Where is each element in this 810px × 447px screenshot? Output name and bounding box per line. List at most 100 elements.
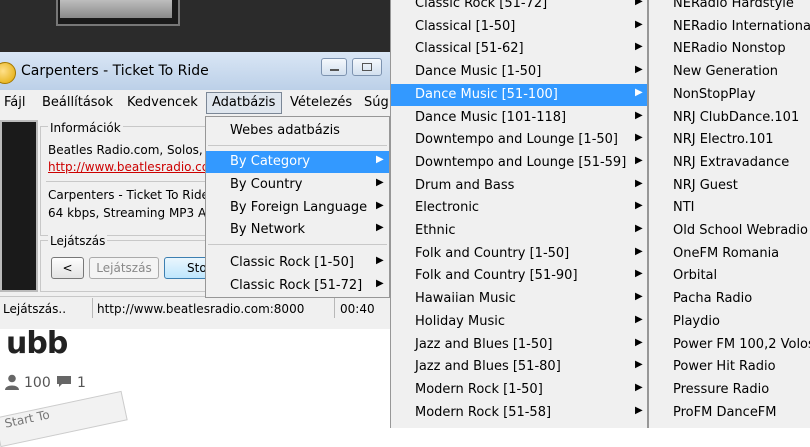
category-item-label: Holiday Music xyxy=(415,313,505,329)
comment-icon[interactable] xyxy=(56,375,72,388)
station-item-power-fm-100-2-volos[interactable]: Power FM 100,2 Volos xyxy=(649,334,810,356)
menu-item-classic-rock-51-72[interactable]: Classic Rock [51-72] ▶ xyxy=(206,275,389,297)
stop-button[interactable]: Sto xyxy=(164,257,210,279)
category-item-label: Classic Rock [51-72] xyxy=(415,0,548,11)
category-item-holiday-music[interactable]: Holiday Music ▶ xyxy=(391,311,647,333)
menu-item-by-foreign-language[interactable]: By Foreign Language ▶ xyxy=(206,197,389,219)
station-item-profm-dancefm[interactable]: ProFM DanceFM xyxy=(649,402,810,424)
category-item-label: Downtempo and Lounge [1-50] xyxy=(415,132,618,148)
category-item-dance-music-51-100[interactable]: Dance Music [51-100] ▶ xyxy=(391,83,647,106)
station-item-nrj-guest[interactable]: NRJ Guest xyxy=(649,175,810,197)
maximize-button[interactable] xyxy=(352,58,382,76)
station-item-playdio[interactable]: Playdio xyxy=(649,311,810,333)
play-button[interactable]: Lejátszás xyxy=(89,257,159,279)
view-count: 100 xyxy=(24,375,51,391)
station-item-label: NRJ Extravadance xyxy=(673,154,790,170)
submenu-arrow-icon: ▶ xyxy=(376,222,384,233)
submenu-arrow-icon: ▶ xyxy=(376,278,384,289)
menu-item-webes-adatb-zis[interactable]: Webes adatbázis xyxy=(206,120,389,142)
user-icon xyxy=(5,374,19,390)
submenu-arrow-icon: ▶ xyxy=(635,313,643,325)
menu-separator xyxy=(208,145,387,146)
station-url-link[interactable]: http://www.beatlesradio.co xyxy=(48,160,209,174)
submenu-arrow-icon: ▶ xyxy=(635,336,643,348)
category-item-modern-rock-51-58[interactable]: Modern Rock [51-58] ▶ xyxy=(391,402,647,424)
visualization-panel xyxy=(0,120,38,292)
submenu-arrow-icon: ▶ xyxy=(635,404,643,416)
menu-item-by-country[interactable]: By Country ▶ xyxy=(206,174,389,196)
station-item-label: NTI xyxy=(673,200,695,216)
submenu-arrow-icon: ▶ xyxy=(376,255,384,266)
category-item-modern-rock-1-50[interactable]: Modern Rock [1-50] ▶ xyxy=(391,379,647,401)
station-item-label: NERadio Hardstyle xyxy=(673,0,794,11)
category-item-label: Dance Music [1-50] xyxy=(415,64,542,80)
status-state: Lejátszás.. xyxy=(3,302,67,316)
station-item-new-generation[interactable]: New Generation xyxy=(649,61,810,83)
info-group-label: Információk xyxy=(48,121,123,135)
category-item-folk-and-country-51-90[interactable]: Folk and Country [51-90] ▶ xyxy=(391,265,647,287)
station-item-label: Power Hit Radio xyxy=(673,359,776,375)
station-item-label: Orbital xyxy=(673,268,718,284)
menu-item-label: Classic Rock [1-50] xyxy=(230,255,354,270)
menu-fajl[interactable]: Fájl xyxy=(4,95,25,110)
category-item-folk-and-country-1-50[interactable]: Folk and Country [1-50] ▶ xyxy=(391,243,647,265)
category-item-drum-and-bass[interactable]: Drum and Bass ▶ xyxy=(391,175,647,197)
menu-vetelezes[interactable]: Vételezés xyxy=(290,95,352,110)
category-item-electronic[interactable]: Electronic ▶ xyxy=(391,197,647,219)
menu-adatbazis[interactable]: Adatbázis xyxy=(212,95,275,110)
category-item-downtempo-and-lounge-51-59[interactable]: Downtempo and Lounge [51-59] ▶ xyxy=(391,152,647,174)
menu-item-label: By Foreign Language xyxy=(230,200,368,215)
category-item-classical-1-50[interactable]: Classical [1-50] ▶ xyxy=(391,16,647,38)
category-item-classic-rock-51-72[interactable]: Classic Rock [51-72] ▶ xyxy=(391,0,647,15)
station-item-pacha-radio[interactable]: Pacha Radio xyxy=(649,288,810,310)
category-item-label: Electronic xyxy=(415,200,480,216)
menu-item-by-category[interactable]: By Category ▶ xyxy=(206,151,389,173)
menu-item-classic-rock-1-50[interactable]: Classic Rock [1-50] ▶ xyxy=(206,252,389,274)
station-item-onefm-romania[interactable]: OneFM Romania xyxy=(649,243,810,265)
category-item-ethnic[interactable]: Ethnic ▶ xyxy=(391,220,647,242)
menu-item-label: By Category xyxy=(230,154,311,169)
category-item-jazz-and-blues-1-50[interactable]: Jazz and Blues [1-50] ▶ xyxy=(391,334,647,356)
menu-item-label: Webes adatbázis xyxy=(230,123,340,138)
submenu-arrow-icon: ▶ xyxy=(635,291,643,303)
station-item-orbital[interactable]: Orbital xyxy=(649,265,810,287)
station-item-nti[interactable]: NTI xyxy=(649,197,810,219)
submenu-arrow-icon: ▶ xyxy=(635,41,643,53)
track-title: Carpenters - Ticket To Ride xyxy=(48,188,209,202)
stream-info: 64 kbps, Streaming MP3 Au xyxy=(48,206,214,220)
category-item-label: Folk and Country [51-90] xyxy=(415,268,578,284)
station-item-neradio-nonstop[interactable]: NERadio Nonstop xyxy=(649,38,810,60)
station-item-power-hit-radio[interactable]: Power Hit Radio xyxy=(649,356,810,378)
minimize-button[interactable] xyxy=(321,58,347,76)
station-item-label: NonStopPlay xyxy=(673,86,756,102)
category-item-dance-music-101-118[interactable]: Dance Music [101-118] ▶ xyxy=(391,107,647,129)
submenu-arrow-icon: ▶ xyxy=(635,18,643,30)
menu-kedvencek[interactable]: Kedvencek xyxy=(127,95,198,110)
station-item-pressure-radio[interactable]: Pressure Radio xyxy=(649,379,810,401)
category-item-downtempo-and-lounge-1-50[interactable]: Downtempo and Lounge [1-50] ▶ xyxy=(391,129,647,151)
station-item-nrj-extravadance[interactable]: NRJ Extravadance xyxy=(649,152,810,174)
category-item-dance-music-1-50[interactable]: Dance Music [1-50] ▶ xyxy=(391,61,647,83)
submenu-arrow-icon: ▶ xyxy=(635,132,643,144)
station-item-old-school-webradio[interactable]: Old School Webradio xyxy=(649,220,810,242)
station-item-neradio-hardstyle[interactable]: NERadio Hardstyle xyxy=(649,0,810,15)
menu-sugo[interactable]: Súg xyxy=(364,95,389,110)
category-item-classical-51-62[interactable]: Classical [51-62] ▶ xyxy=(391,38,647,60)
category-menu: Classic Rock [51-72] ▶ Classical [1-50] ▶ Cl… xyxy=(390,0,648,428)
station-item-label: Pacha Radio xyxy=(673,291,753,307)
menu-item-by-network[interactable]: By Network ▶ xyxy=(206,219,389,241)
station-menu: NERadio Hardstyle NERadio International NE… xyxy=(648,0,810,428)
station-item-nrj-electro-101[interactable]: NRJ Electro.101 xyxy=(649,129,810,151)
station-item-neradio-international[interactable]: NERadio International xyxy=(649,16,810,38)
station-item-nrj-clubdance-101[interactable]: NRJ ClubDance.101 xyxy=(649,107,810,129)
previous-button[interactable]: < xyxy=(51,257,84,279)
submenu-arrow-icon: ▶ xyxy=(635,86,643,98)
menu-item-label: Classic Rock [51-72] xyxy=(230,278,363,293)
category-item-hawaiian-music[interactable]: Hawaiian Music ▶ xyxy=(391,288,647,310)
article-headline[interactable]: ubb xyxy=(6,326,68,361)
menu-beallitasok[interactable]: Beállítások xyxy=(42,95,113,110)
comment-count[interactable]: 1 xyxy=(77,375,86,391)
category-item-jazz-and-blues-51-80[interactable]: Jazz and Blues [51-80] ▶ xyxy=(391,356,647,378)
station-item-nonstopplay[interactable]: NonStopPlay xyxy=(649,84,810,106)
submenu-arrow-icon: ▶ xyxy=(635,381,643,393)
